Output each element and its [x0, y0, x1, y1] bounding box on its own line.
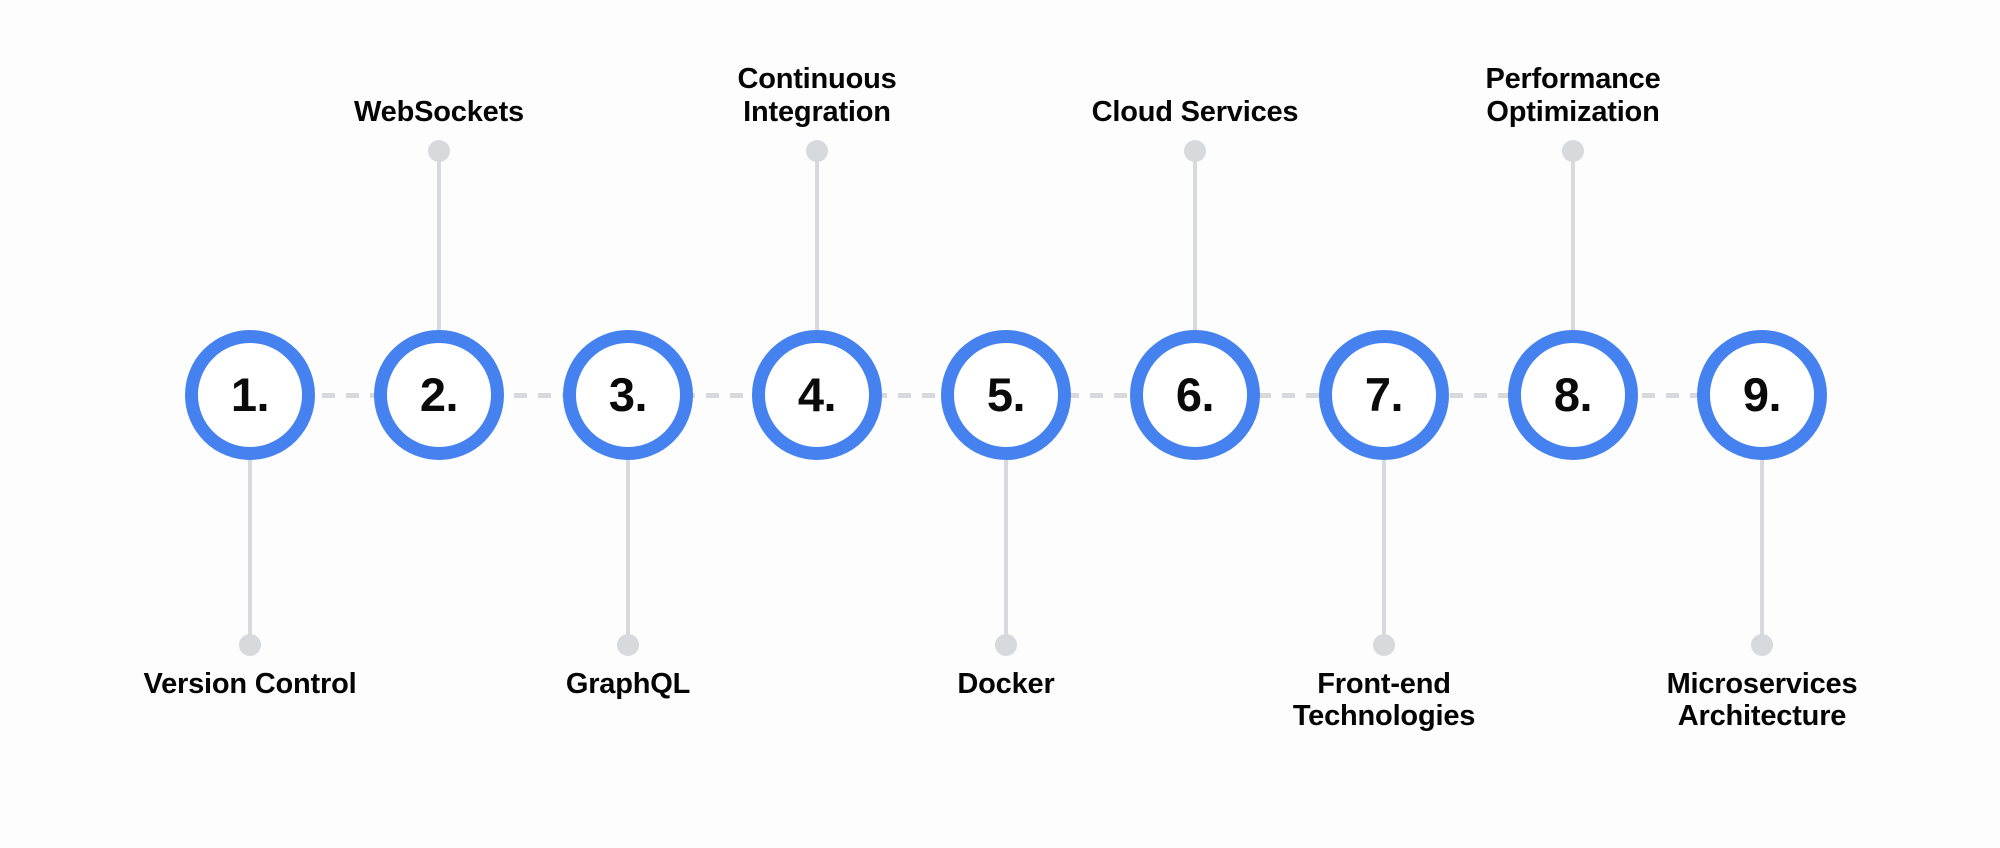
- step-4-number: 4.: [797, 367, 837, 421]
- step-6-connector-dot: [1184, 140, 1206, 162]
- step-9-circle[interactable]: 9.: [1697, 330, 1827, 460]
- step-8-label: Performance Optimization: [1485, 63, 1661, 128]
- step-6-connector-line: [1193, 150, 1197, 335]
- step-1-connector-line: [248, 460, 252, 645]
- step-6-circle[interactable]: 6.: [1130, 330, 1260, 460]
- step-8-circle[interactable]: 8.: [1508, 330, 1638, 460]
- step-2-connector-dot: [428, 140, 450, 162]
- step-9-connector-line: [1760, 460, 1764, 645]
- step-2-circle[interactable]: 2.: [374, 330, 504, 460]
- step-2-number: 2.: [419, 367, 459, 421]
- step-5-circle[interactable]: 5.: [941, 330, 1071, 460]
- step-8-connector-dot: [1562, 140, 1584, 162]
- step-5-number: 5.: [986, 367, 1026, 421]
- step-1-connector-dot: [239, 634, 261, 656]
- step-4-connector-dot: [806, 140, 828, 162]
- step-2-connector-line: [437, 150, 441, 335]
- step-8-connector-line: [1571, 150, 1575, 335]
- step-3-number: 3.: [608, 367, 648, 421]
- step-6-number: 6.: [1175, 367, 1215, 421]
- step-4-circle[interactable]: 4.: [752, 330, 882, 460]
- step-7-connector-line: [1382, 460, 1386, 645]
- step-9-label: Microservices Architecture: [1666, 668, 1858, 733]
- step-7-circle[interactable]: 7.: [1319, 330, 1449, 460]
- step-5-connector-line: [1004, 460, 1008, 645]
- step-4-connector-line: [815, 150, 819, 335]
- step-1-number: 1.: [230, 367, 270, 421]
- step-7-connector-dot: [1373, 634, 1395, 656]
- step-3-connector-line: [626, 460, 630, 645]
- timeline-diagram: 1. Version Control 2. WebSockets 3. GraphQL 4.…: [0, 0, 2000, 848]
- step-1-circle[interactable]: 1.: [185, 330, 315, 460]
- step-8-number: 8.: [1553, 367, 1593, 421]
- step-5-connector-dot: [995, 634, 1017, 656]
- step-9-number: 9.: [1742, 367, 1782, 421]
- step-3-circle[interactable]: 3.: [563, 330, 693, 460]
- step-3-connector-dot: [617, 634, 639, 656]
- step-7-number: 7.: [1364, 367, 1404, 421]
- step-9-connector-dot: [1751, 634, 1773, 656]
